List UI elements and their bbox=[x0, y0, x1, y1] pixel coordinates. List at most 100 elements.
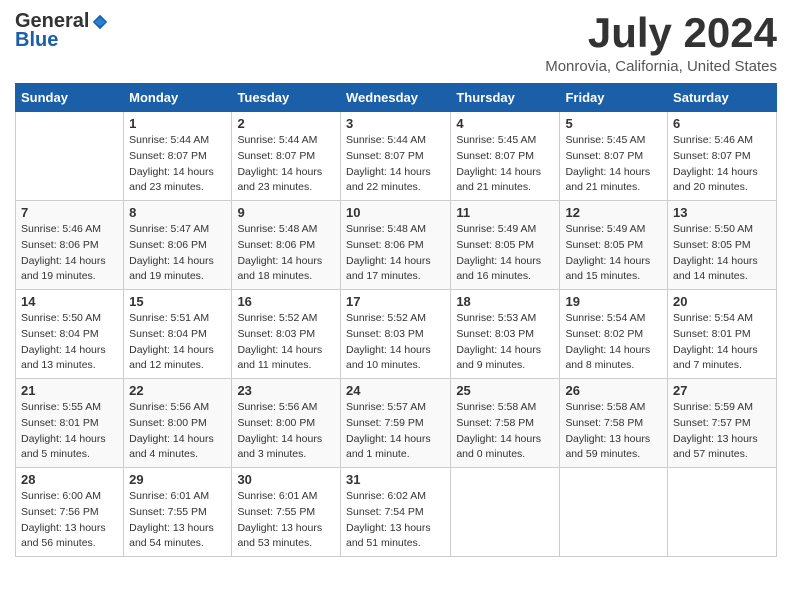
calendar-cell: 31 Sunrise: 6:02 AM Sunset: 7:54 PM Dayli… bbox=[340, 468, 450, 557]
day-info: Sunrise: 5:56 AM Sunset: 8:00 PM Dayligh… bbox=[237, 400, 335, 463]
day-number: 23 bbox=[237, 383, 335, 398]
day-number: 19 bbox=[565, 294, 662, 309]
day-info: Sunrise: 5:54 AM Sunset: 8:01 PM Dayligh… bbox=[673, 311, 771, 374]
day-number: 5 bbox=[565, 116, 662, 131]
calendar-cell: 21 Sunrise: 5:55 AM Sunset: 8:01 PM Dayli… bbox=[16, 379, 124, 468]
calendar-cell: 25 Sunrise: 5:58 AM Sunset: 7:58 PM Dayli… bbox=[451, 379, 560, 468]
day-info: Sunrise: 5:44 AM Sunset: 8:07 PM Dayligh… bbox=[346, 133, 445, 196]
day-info: Sunrise: 5:45 AM Sunset: 8:07 PM Dayligh… bbox=[565, 133, 662, 196]
calendar-cell: 17Sunrise: 5:52 AM Sunset: 8:03 PM Dayli… bbox=[340, 290, 450, 379]
calendar-cell: 2Sunrise: 5:44 AM Sunset: 8:07 PM Daylig… bbox=[232, 112, 341, 201]
day-number: 18 bbox=[456, 294, 554, 309]
day-info: Sunrise: 5:48 AM Sunset: 8:06 PM Dayligh… bbox=[237, 222, 335, 285]
day-number: 21 bbox=[21, 383, 118, 398]
day-info: Sunrise: 5:47 AM Sunset: 8:06 PM Dayligh… bbox=[129, 222, 226, 285]
day-info: Sunrise: 5:50 AM Sunset: 8:04 PM Dayligh… bbox=[21, 311, 118, 374]
day-info: Sunrise: 5:55 AM Sunset: 8:01 PM Dayligh… bbox=[21, 400, 118, 463]
day-info: Sunrise: 5:44 AM Sunset: 8:07 PM Dayligh… bbox=[129, 133, 226, 196]
day-info: Sunrise: 5:44 AM Sunset: 8:07 PM Dayligh… bbox=[237, 133, 335, 196]
calendar-cell: 23 Sunrise: 5:56 AM Sunset: 8:00 PM Dayli… bbox=[232, 379, 341, 468]
day-info: Sunrise: 5:56 AM Sunset: 8:00 PM Dayligh… bbox=[129, 400, 226, 463]
location-subtitle: Monrovia, California, United States bbox=[545, 58, 777, 75]
day-number: 25 bbox=[456, 383, 554, 398]
calendar-cell: 30 Sunrise: 6:01 AM Sunset: 7:55 PM Dayli… bbox=[232, 468, 341, 557]
title-section: July 2024 Monrovia, California, United S… bbox=[545, 10, 777, 75]
calendar-cell bbox=[16, 112, 124, 201]
day-number: 30 bbox=[237, 472, 335, 487]
weekday-header-wednesday: Wednesday bbox=[340, 84, 450, 112]
day-info: Sunrise: 5:50 AM Sunset: 8:05 PM Dayligh… bbox=[673, 222, 771, 285]
day-info: Sunrise: 5:53 AM Sunset: 8:03 PM Dayligh… bbox=[456, 311, 554, 374]
day-info: Sunrise: 5:57 AM Sunset: 7:59 PM Dayligh… bbox=[346, 400, 445, 463]
weekday-header-friday: Friday bbox=[560, 84, 668, 112]
day-info: Sunrise: 5:58 AM Sunset: 7:58 PM Dayligh… bbox=[456, 400, 554, 463]
calendar-cell: 15 Sunrise: 5:51 AM Sunset: 8:04 PM Dayli… bbox=[124, 290, 232, 379]
weekday-header-monday: Monday bbox=[124, 84, 232, 112]
page-header: General Blue July 2024 Monrovia, Califor… bbox=[15, 10, 777, 75]
calendar-cell: 27 Sunrise: 5:59 AM Sunset: 7:57 PM Dayli… bbox=[668, 379, 777, 468]
week-row-1: 1Sunrise: 5:44 AM Sunset: 8:07 PM Daylig… bbox=[16, 112, 777, 201]
day-number: 7 bbox=[21, 205, 118, 220]
day-info: Sunrise: 6:00 AM Sunset: 7:56 PM Dayligh… bbox=[21, 489, 118, 552]
logo: General Blue bbox=[15, 10, 109, 52]
day-number: 26 bbox=[565, 383, 662, 398]
day-info: Sunrise: 5:46 AM Sunset: 8:06 PM Dayligh… bbox=[21, 222, 118, 285]
day-number: 3 bbox=[346, 116, 445, 131]
day-number: 4 bbox=[456, 116, 554, 131]
calendar-table: SundayMondayTuesdayWednesdayThursdayFrid… bbox=[15, 83, 777, 557]
week-row-5: 28 Sunrise: 6:00 AM Sunset: 7:56 PM Dayli… bbox=[16, 468, 777, 557]
week-row-4: 21 Sunrise: 5:55 AM Sunset: 8:01 PM Dayli… bbox=[16, 379, 777, 468]
day-info: Sunrise: 5:45 AM Sunset: 8:07 PM Dayligh… bbox=[456, 133, 554, 196]
day-info: Sunrise: 5:46 AM Sunset: 8:07 PM Dayligh… bbox=[673, 133, 771, 196]
day-number: 11 bbox=[456, 205, 554, 220]
calendar-cell: 7 Sunrise: 5:46 AM Sunset: 8:06 PM Daylig… bbox=[16, 201, 124, 290]
day-number: 27 bbox=[673, 383, 771, 398]
calendar-cell: 9 Sunrise: 5:48 AM Sunset: 8:06 PM Daylig… bbox=[232, 201, 341, 290]
week-row-2: 7 Sunrise: 5:46 AM Sunset: 8:06 PM Daylig… bbox=[16, 201, 777, 290]
weekday-header-thursday: Thursday bbox=[451, 84, 560, 112]
day-number: 6 bbox=[673, 116, 771, 131]
calendar-cell: 4 Sunrise: 5:45 AM Sunset: 8:07 PM Daylig… bbox=[451, 112, 560, 201]
calendar-cell: 26 Sunrise: 5:58 AM Sunset: 7:58 PM Dayli… bbox=[560, 379, 668, 468]
logo-icon bbox=[91, 13, 109, 31]
day-number: 17 bbox=[346, 294, 445, 309]
calendar-cell: 29Sunrise: 6:01 AM Sunset: 7:55 PM Dayli… bbox=[124, 468, 232, 557]
day-number: 9 bbox=[237, 205, 335, 220]
day-info: Sunrise: 5:51 AM Sunset: 8:04 PM Dayligh… bbox=[129, 311, 226, 374]
day-info: Sunrise: 5:49 AM Sunset: 8:05 PM Dayligh… bbox=[565, 222, 662, 285]
weekday-header-row: SundayMondayTuesdayWednesdayThursdayFrid… bbox=[16, 84, 777, 112]
calendar-cell: 24Sunrise: 5:57 AM Sunset: 7:59 PM Dayli… bbox=[340, 379, 450, 468]
calendar-cell bbox=[668, 468, 777, 557]
day-info: Sunrise: 6:01 AM Sunset: 7:55 PM Dayligh… bbox=[237, 489, 335, 552]
day-info: Sunrise: 5:59 AM Sunset: 7:57 PM Dayligh… bbox=[673, 400, 771, 463]
calendar-cell: 6 Sunrise: 5:46 AM Sunset: 8:07 PM Daylig… bbox=[668, 112, 777, 201]
day-number: 22 bbox=[129, 383, 226, 398]
calendar-cell bbox=[560, 468, 668, 557]
calendar-cell: 11Sunrise: 5:49 AM Sunset: 8:05 PM Dayli… bbox=[451, 201, 560, 290]
calendar-cell: 5 Sunrise: 5:45 AM Sunset: 8:07 PM Daylig… bbox=[560, 112, 668, 201]
day-number: 31 bbox=[346, 472, 445, 487]
calendar-cell: 28 Sunrise: 6:00 AM Sunset: 7:56 PM Dayli… bbox=[16, 468, 124, 557]
calendar-cell: 1Sunrise: 5:44 AM Sunset: 8:07 PM Daylig… bbox=[124, 112, 232, 201]
calendar-cell: 19 Sunrise: 5:54 AM Sunset: 8:02 PM Dayli… bbox=[560, 290, 668, 379]
calendar-cell: 20 Sunrise: 5:54 AM Sunset: 8:01 PM Dayli… bbox=[668, 290, 777, 379]
calendar-cell: 13Sunrise: 5:50 AM Sunset: 8:05 PM Dayli… bbox=[668, 201, 777, 290]
day-number: 29 bbox=[129, 472, 226, 487]
day-number: 8 bbox=[129, 205, 226, 220]
calendar-cell: 18 Sunrise: 5:53 AM Sunset: 8:03 PM Dayli… bbox=[451, 290, 560, 379]
day-info: Sunrise: 5:54 AM Sunset: 8:02 PM Dayligh… bbox=[565, 311, 662, 374]
day-number: 16 bbox=[237, 294, 335, 309]
calendar-cell bbox=[451, 468, 560, 557]
day-info: Sunrise: 5:48 AM Sunset: 8:06 PM Dayligh… bbox=[346, 222, 445, 285]
day-number: 15 bbox=[129, 294, 226, 309]
weekday-header-saturday: Saturday bbox=[668, 84, 777, 112]
day-info: Sunrise: 5:58 AM Sunset: 7:58 PM Dayligh… bbox=[565, 400, 662, 463]
day-info: Sunrise: 6:02 AM Sunset: 7:54 PM Dayligh… bbox=[346, 489, 445, 552]
weekday-header-tuesday: Tuesday bbox=[232, 84, 341, 112]
day-info: Sunrise: 5:52 AM Sunset: 8:03 PM Dayligh… bbox=[237, 311, 335, 374]
day-number: 12 bbox=[565, 205, 662, 220]
day-number: 20 bbox=[673, 294, 771, 309]
day-number: 28 bbox=[21, 472, 118, 487]
weekday-header-sunday: Sunday bbox=[16, 84, 124, 112]
calendar-cell: 8 Sunrise: 5:47 AM Sunset: 8:06 PM Daylig… bbox=[124, 201, 232, 290]
